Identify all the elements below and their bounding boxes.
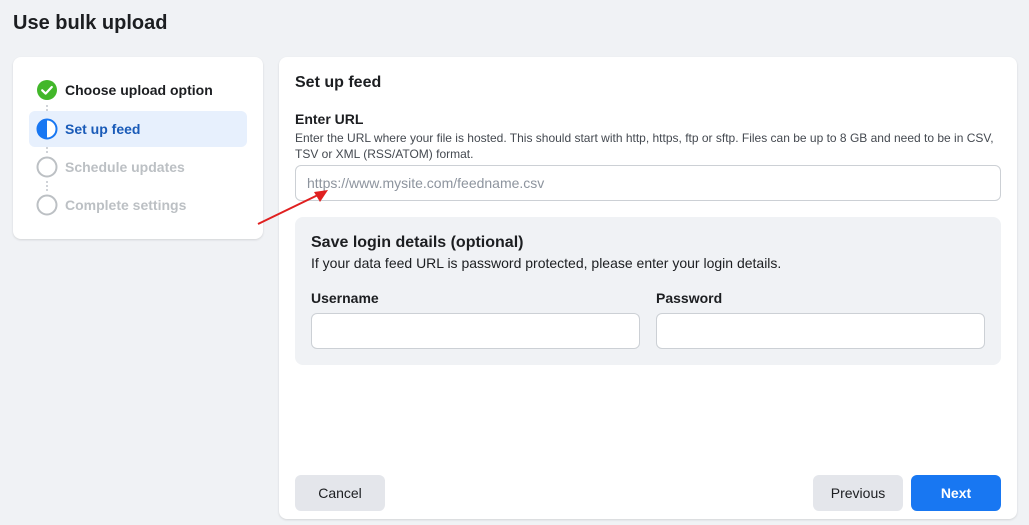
page-title: Use bulk upload [13, 12, 168, 34]
step-choose-upload-option[interactable]: Choose upload option [29, 72, 247, 108]
annotation-arrow-icon [257, 190, 328, 225]
empty-circle-icon [36, 156, 58, 178]
step-label: Complete settings [65, 197, 187, 213]
step-label: Schedule updates [65, 159, 185, 175]
url-input[interactable] [295, 165, 1001, 201]
login-title: Save login details (optional) [311, 234, 524, 251]
password-input[interactable] [656, 313, 985, 349]
url-label: Enter URL [295, 111, 364, 127]
half-circle-icon [36, 118, 58, 140]
check-circle-icon [36, 79, 58, 101]
next-button[interactable]: Next [911, 475, 1001, 511]
password-label: Password [656, 290, 723, 306]
step-label: Set up feed [65, 121, 141, 137]
steps-panel: Choose upload option Set up feed Schedul… [13, 57, 263, 239]
url-help-text: Enter the URL where your file is hosted.… [295, 131, 994, 161]
previous-button[interactable]: Previous [813, 475, 903, 511]
step-label: Choose upload option [65, 82, 213, 98]
cancel-button[interactable]: Cancel [295, 475, 385, 511]
empty-circle-icon [36, 194, 58, 216]
step-complete-settings[interactable]: Complete settings [29, 187, 247, 223]
section-title: Set up feed [295, 74, 382, 91]
feed-setup-card: Set up feed Enter URL Enter the URL wher… [279, 57, 1017, 519]
step-set-up-feed[interactable]: Set up feed [29, 111, 247, 147]
username-label: Username [311, 290, 379, 306]
login-details-section: Save login details (optional) If your da… [295, 217, 1001, 365]
step-schedule-updates[interactable]: Schedule updates [29, 149, 247, 185]
login-description: If your data feed URL is password protec… [311, 255, 782, 271]
username-input[interactable] [311, 313, 640, 349]
